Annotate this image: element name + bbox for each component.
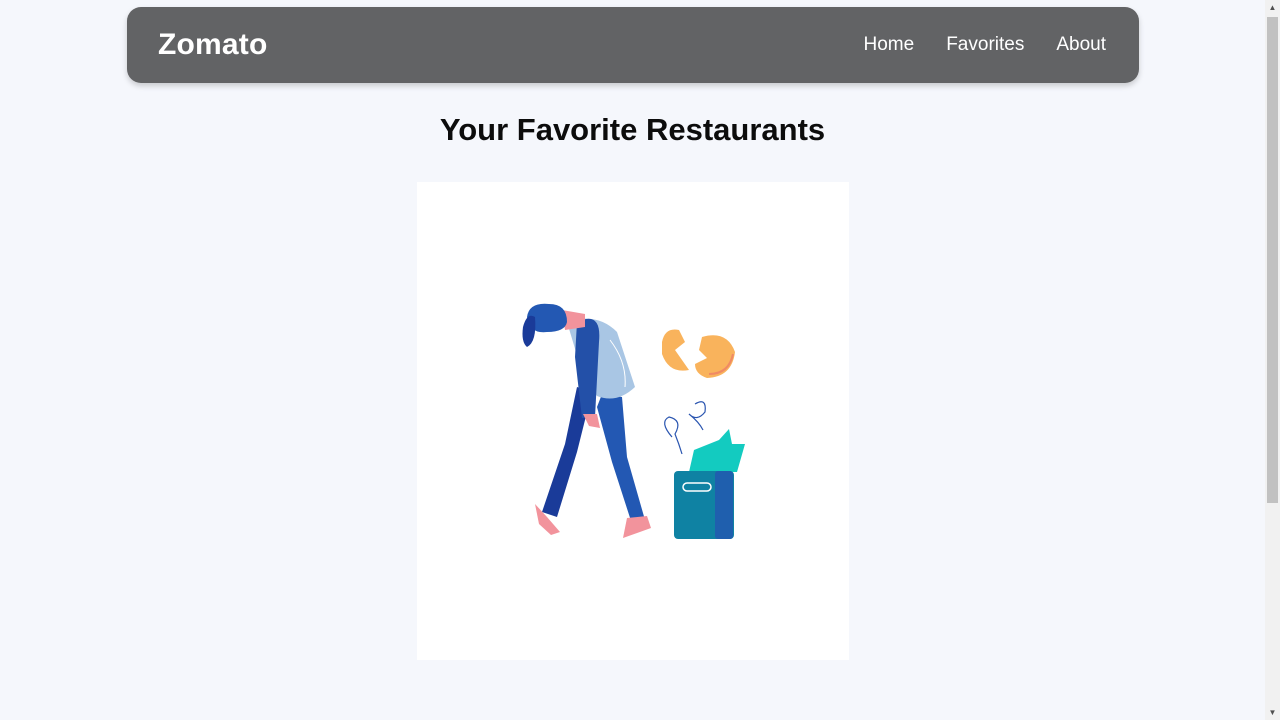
- nav-links: Home Favorites About: [864, 34, 1106, 56]
- trash-bin-icon: [674, 429, 745, 539]
- sad-person-icon: [522, 303, 651, 538]
- empty-state-illustration: [522, 303, 745, 539]
- empty-favorites-card: [417, 182, 849, 660]
- nav-link-favorites[interactable]: Favorites: [946, 34, 1024, 56]
- scribble-icon: [664, 401, 706, 455]
- navbar: Zomato Home Favorites About: [127, 7, 1139, 83]
- nav-link-about[interactable]: About: [1056, 34, 1106, 56]
- page-title: Your Favorite Restaurants: [439, 112, 826, 147]
- scroll-up-icon[interactable]: ▲: [1265, 0, 1280, 15]
- page: Zomato Home Favorites About Your Favorit…: [0, 0, 1265, 720]
- scrollbar-thumb[interactable]: [1267, 17, 1278, 503]
- brand-logo[interactable]: Zomato: [158, 28, 268, 62]
- nav-link-home[interactable]: Home: [864, 34, 915, 56]
- vertical-scrollbar[interactable]: ▲ ▼: [1265, 0, 1280, 720]
- broken-egg-icon: [662, 329, 735, 378]
- scroll-down-icon[interactable]: ▼: [1265, 705, 1280, 720]
